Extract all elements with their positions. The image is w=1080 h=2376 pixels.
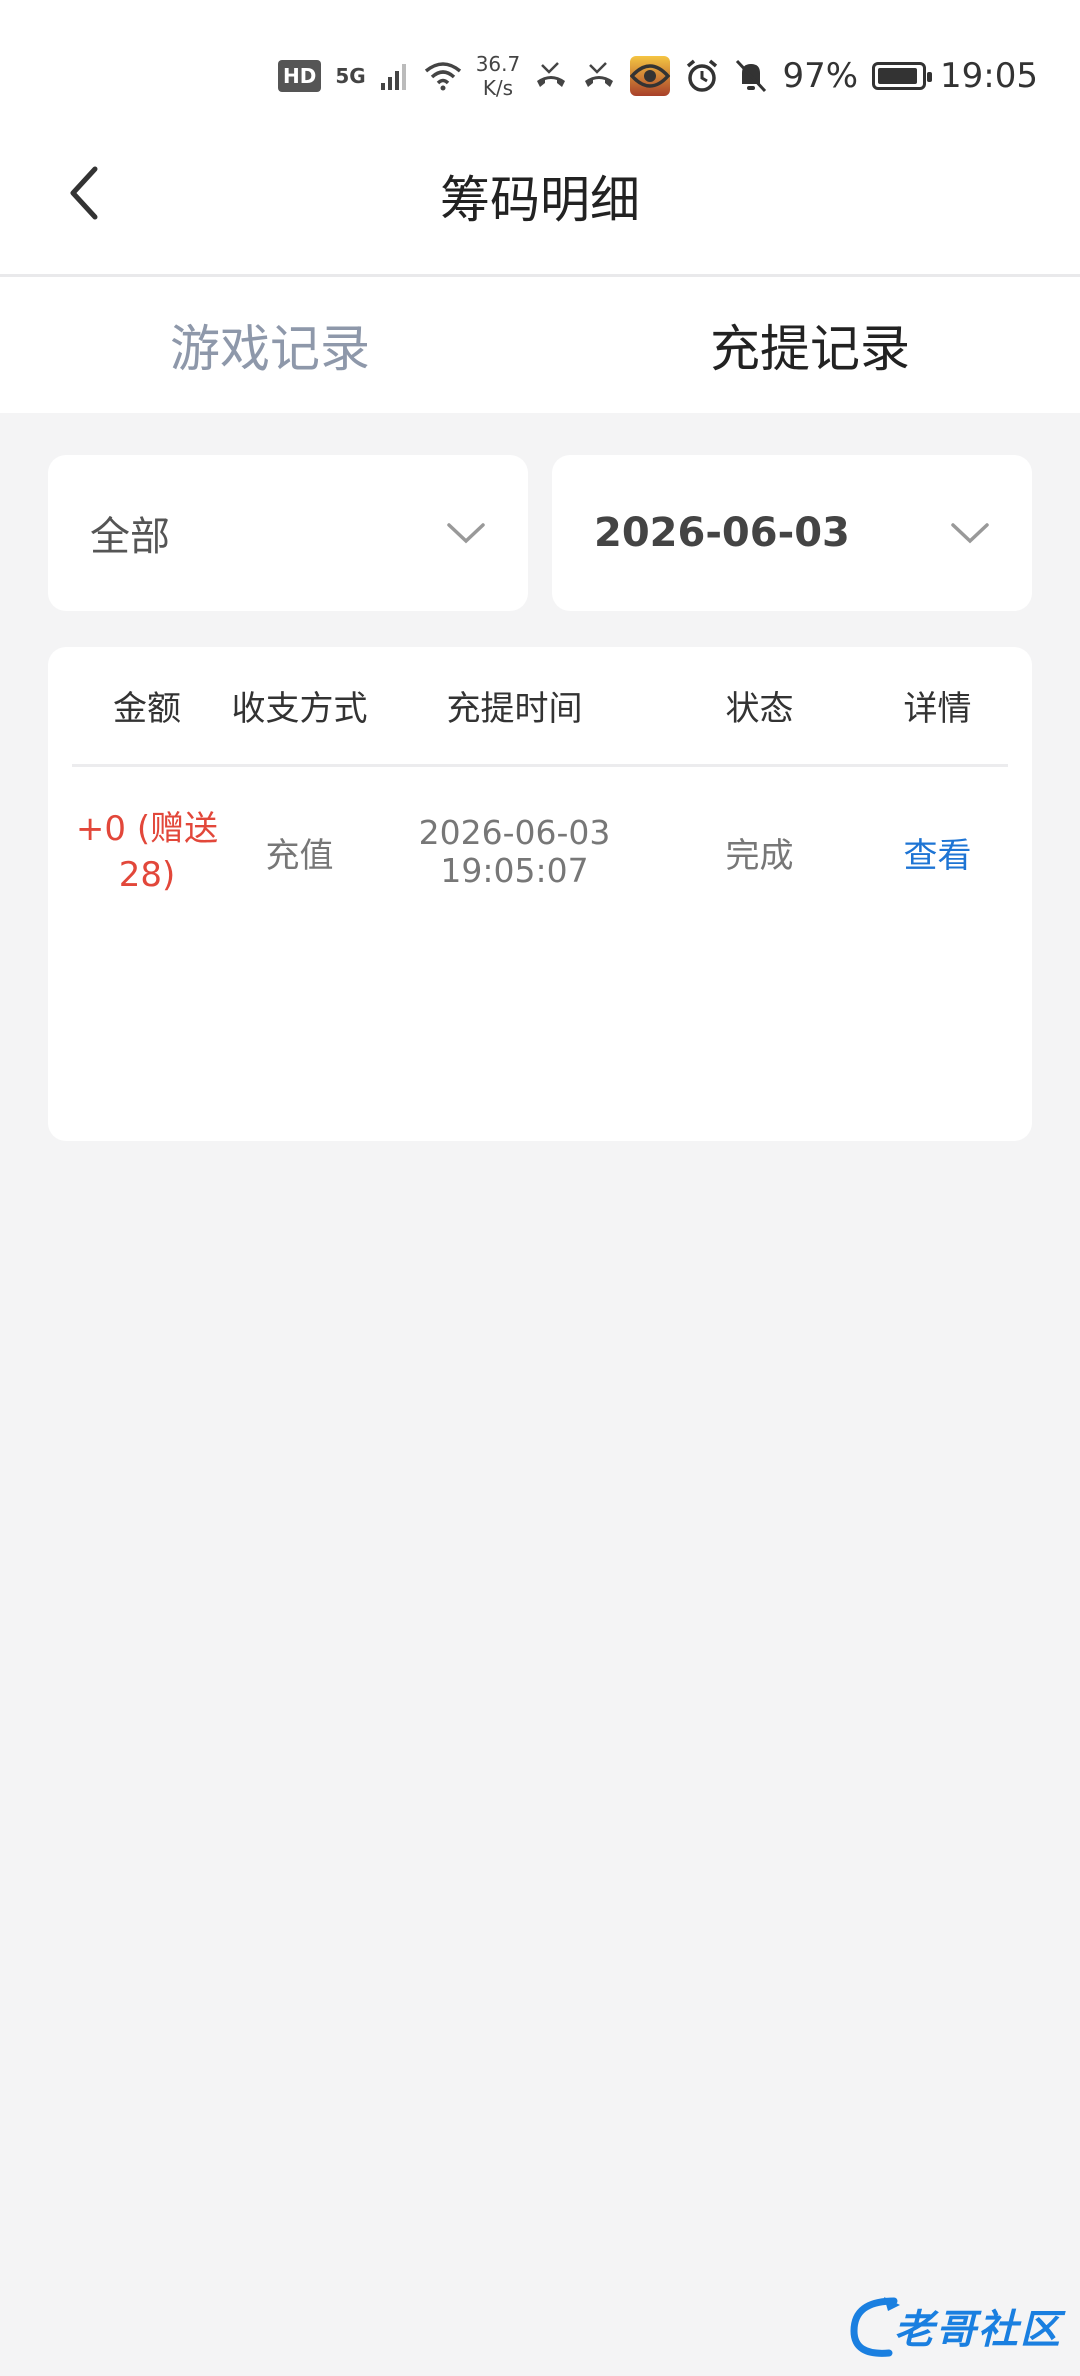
date-filter-dropdown[interactable]: 2026-06-03 [552,455,1032,611]
mute-icon [736,59,767,93]
status-right: 97% 19:05 [630,48,1038,104]
column-header-amount: 金额 [113,689,181,729]
column-header-status: 状态 [725,689,794,729]
column-header-time: 充提时间 [446,689,583,729]
watermark-logo: 老哥社区 [830,2286,1062,2366]
type-filter-value: 全部 [90,514,170,560]
column-header-method: 收支方式 [231,689,368,729]
table-header: 金额 收支方式 充提时间 状态 详情 [72,647,1008,767]
eye-icon [630,64,671,88]
clock: 19:05 [940,56,1038,96]
nav-bar: 筹码明细 [0,105,1080,277]
type-filter-dropdown[interactable]: 全部 [48,455,528,611]
net-speed: 36.7 K/s [475,52,521,100]
row-amount: +0 (赠送 28) [75,809,219,895]
column-header-detail: 详情 [903,689,972,729]
alarm-icon [687,59,718,92]
wifi-icon [424,62,461,91]
battery-icon [872,62,933,90]
records-table-card: 金额 收支方式 充提时间 状态 详情 +0 (赠送 28) 充值 2026-06… [48,647,1032,1141]
date-filter-value: 2026-06-03 [594,510,850,556]
watermark-text: 老哥社区 [894,2307,1062,2353]
hd-icon: HD [278,60,322,92]
table-row: +0 (赠送 28) 充值 2026-06-03 19:05:07 完成 查看 [72,797,1008,907]
row-view-detail-link[interactable]: 查看 [867,828,1008,877]
row-method: 充值 [265,835,334,876]
missed-call-icon [537,62,566,87]
row-status: 完成 [725,835,794,876]
tab-bar: 游戏记录 充提记录 [0,277,1080,413]
page-title: 筹码明细 [440,171,640,229]
chevron-down-icon [951,523,989,544]
tab-game-records[interactable]: 游戏记录 [0,277,540,413]
row-time: 2026-06-03 19:05:07 [418,813,611,890]
chevron-down-icon [447,523,485,544]
battery-percent: 97% [782,56,859,96]
status-left-icons: HD 5G 36.7 K/s [278,48,671,104]
signal-icon [380,64,406,90]
tab-deposit-withdraw-records[interactable]: 充提记录 [540,277,1080,413]
missed-call-icon [585,62,614,87]
network-type: 5G [335,64,366,88]
